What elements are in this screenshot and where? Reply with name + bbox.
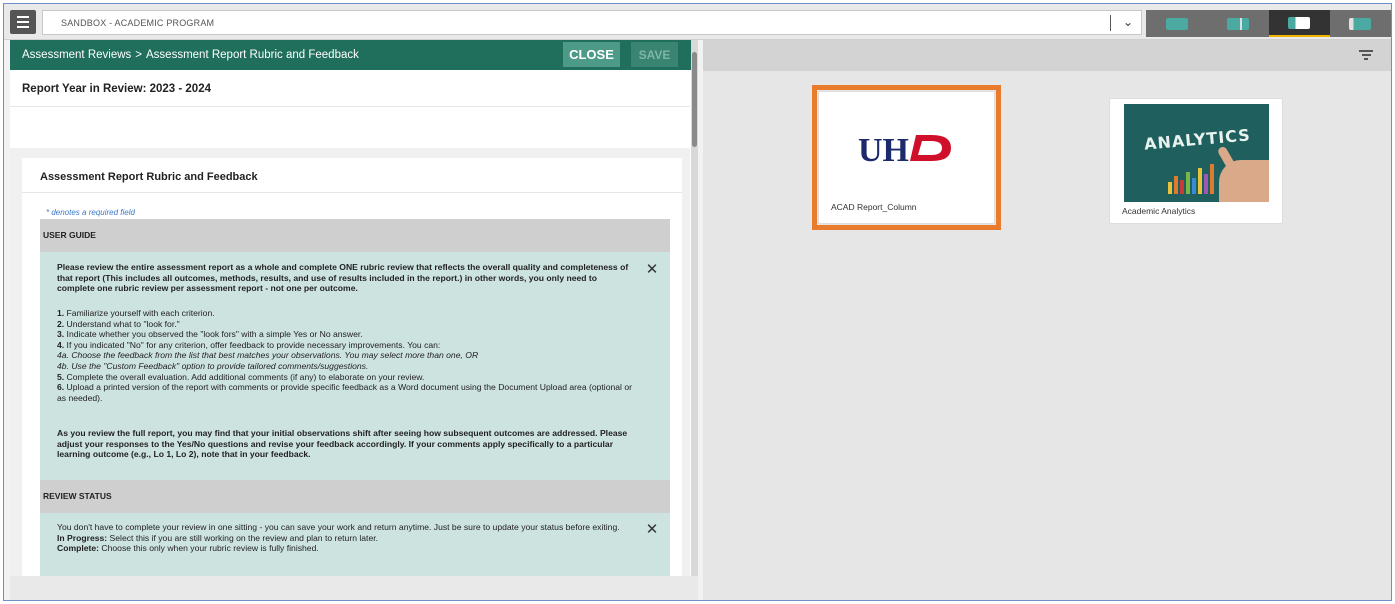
context-selector[interactable]: SANDBOX - ACADEMIC PROGRAM ⌄ <box>42 10 1142 35</box>
top-bar: SANDBOX - ACADEMIC PROGRAM ⌄ <box>4 4 1391 40</box>
step-3: 3. Indicate whether you observed the "lo… <box>57 329 637 340</box>
step-text: Upload a printed version of the report w… <box>57 382 632 403</box>
close-button[interactable]: CLOSE <box>563 42 620 67</box>
review-status-intro: You don't have to complete your review i… <box>57 522 620 532</box>
in-progress-line: In Progress: Select this if you are stil… <box>57 533 637 544</box>
rubric-card: Assessment Report Rubric and Feedback * … <box>22 158 682 600</box>
card-title: Assessment Report Rubric and Feedback <box>40 171 258 183</box>
breadcrumb-parent[interactable]: Assessment Reviews <box>22 49 131 61</box>
step-2: 2. Understand what to "look for." <box>57 319 637 330</box>
bottom-strip <box>10 576 698 600</box>
user-guide-intro-text: Please review the entire assessment repo… <box>57 262 629 294</box>
step-4: 4. If you indicated "No" for any criteri… <box>57 340 637 351</box>
app-window: SANDBOX - ACADEMIC PROGRAM ⌄ Assessment … <box>3 3 1392 601</box>
user-guide-intro: Please review the entire assessment repo… <box>57 262 637 294</box>
analytics-image: ANALYTICS <box>1124 104 1269 202</box>
right-panel <box>703 40 1391 600</box>
layout-button-1[interactable] <box>1146 10 1207 37</box>
section-heading-text: USER GUIDE <box>43 230 96 240</box>
user-guide-box: Please review the entire assessment repo… <box>40 252 670 480</box>
step-text: Familiarize yourself with each criterion… <box>64 308 215 318</box>
complete-label: Complete: <box>57 543 100 554</box>
complete-text: Choose this only when your rubric review… <box>99 543 319 554</box>
layout-button-3[interactable] <box>1268 10 1330 37</box>
step-6: 6. Upload a printed version of the repor… <box>57 382 637 403</box>
tile-highlight-frame <box>812 85 1001 230</box>
user-guide-steps: 1. Familiarize yourself with each criter… <box>57 308 637 403</box>
image-bar <box>1186 172 1190 194</box>
step-text: Indicate whether you observed the "look … <box>64 329 363 340</box>
image-bar <box>1204 174 1208 194</box>
hamburger-menu-icon[interactable] <box>10 10 36 34</box>
step-text: 4b. Use the "Custom Feedback" option to … <box>57 360 369 371</box>
tile-academic-analytics[interactable]: ANALYTICS Academic Analytics <box>1109 98 1283 224</box>
user-guide-heading: USER GUIDE <box>40 219 670 252</box>
step-text: Complete the overall evaluation. Add add… <box>64 371 425 382</box>
step-1: 1. Familiarize yourself with each criter… <box>57 308 637 319</box>
panel-header: Assessment Reviews > Assessment Report Rub… <box>10 40 698 70</box>
close-icon[interactable]: ✕ <box>644 522 660 538</box>
tile-label: Academic Analytics <box>1122 206 1196 216</box>
divider <box>22 192 682 193</box>
complete-line: Complete: Choose this only when your rub… <box>57 543 637 554</box>
layout-button-4[interactable] <box>1330 10 1391 37</box>
scrollbar-thumb[interactable] <box>692 52 697 147</box>
filter-icon[interactable] <box>1359 50 1373 61</box>
analytics-image-text: ANALYTICS <box>1143 125 1252 154</box>
chevron-down-icon[interactable]: ⌄ <box>1123 15 1133 29</box>
layout-sidebar-icon <box>1349 17 1372 30</box>
layout-full-icon <box>1165 17 1188 30</box>
selector-divider <box>1110 15 1111 31</box>
image-bar <box>1168 182 1172 194</box>
step-4a: 4a. Choose the feedback from the list th… <box>57 350 637 361</box>
image-bar <box>1192 178 1196 194</box>
image-bar <box>1210 164 1214 194</box>
section-heading-text: REVIEW STATUS <box>43 491 112 501</box>
breadcrumb-current: Assessment Report Rubric and Feedback <box>146 49 359 61</box>
in-progress-text: Select this if you are still working on … <box>107 532 378 543</box>
report-year: Report Year in Review: 2023 - 2024 <box>22 83 211 95</box>
breadcrumb-separator: > <box>135 49 143 61</box>
step-text: Understand what to "look for." <box>64 318 180 329</box>
review-status-text: You don't have to complete your review i… <box>57 522 637 554</box>
divider <box>10 106 690 107</box>
context-label: SANDBOX - ACADEMIC PROGRAM <box>61 18 215 28</box>
save-button[interactable]: SAVE <box>631 42 678 67</box>
close-icon[interactable]: ✕ <box>644 262 660 278</box>
image-hand <box>1219 160 1269 202</box>
step-text: If you indicated "No" for any criterion,… <box>64 339 441 350</box>
layout-button-2[interactable] <box>1207 10 1268 37</box>
review-status-heading: REVIEW STATUS <box>40 480 670 513</box>
step-4b: 4b. Use the "Custom Feedback" option to … <box>57 361 637 372</box>
layout-split-icon <box>1226 17 1249 30</box>
image-bar <box>1174 176 1178 194</box>
image-bar <box>1180 180 1184 194</box>
layout-switcher <box>1146 10 1391 37</box>
step-5: 5. Complete the overall evaluation. Add … <box>57 372 637 383</box>
breadcrumb: Assessment Reviews > Assessment Report Rub… <box>22 49 359 61</box>
in-progress-label: In Progress: <box>57 532 108 543</box>
user-guide-closing-text: As you review the full report, you may f… <box>57 428 628 460</box>
layout-half-icon <box>1288 16 1311 29</box>
step-text: 4a. Choose the feedback from the list th… <box>57 350 479 361</box>
right-toolbar <box>703 40 1391 71</box>
required-field-note: * denotes a required field <box>46 208 135 217</box>
image-bar <box>1198 168 1202 194</box>
left-panel: Assessment Reviews > Assessment Report Rub… <box>10 40 698 600</box>
vertical-scrollbar[interactable] <box>691 40 698 576</box>
user-guide-closing: As you review the full report, you may f… <box>57 428 637 460</box>
